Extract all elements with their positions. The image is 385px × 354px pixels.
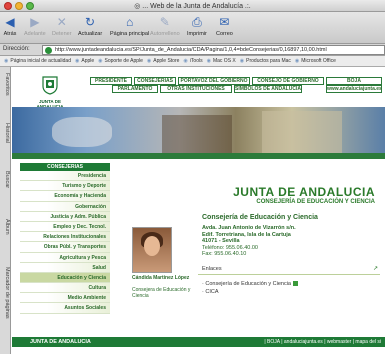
- side-tab[interactable]: Favoritos: [1, 73, 10, 96]
- top-nav-item[interactable]: PORTAVOZ DEL GOBIERNO: [178, 77, 250, 85]
- contact-address: Avda. Juan Antonio de Vizarrón s/n. Edif…: [202, 225, 296, 258]
- toolbar-button-label: Detener: [52, 31, 72, 37]
- bookmark-item[interactable]: Apple Store: [147, 56, 179, 66]
- menu-item[interactable]: Cultura: [20, 283, 110, 294]
- reload-button[interactable]: ↻ Actualizar: [78, 15, 102, 37]
- menu-item[interactable]: Asuntos Sociales: [20, 303, 110, 314]
- arrow-right-icon[interactable]: ↗: [373, 265, 378, 272]
- back-arrow-button[interactable]: ◀ Atrás: [3, 15, 17, 37]
- autofill-icon: ✎: [159, 15, 170, 29]
- fax: Fax: 955.06.40.10: [202, 251, 247, 257]
- stop-button[interactable]: ✕ Detener: [52, 15, 72, 37]
- home-icon: ⌂: [125, 15, 134, 29]
- window-titlebar: ◎ ... Web de la Junta de Andalucía .:.: [0, 0, 385, 12]
- side-tab[interactable]: Buscar: [1, 171, 10, 188]
- home-button[interactable]: ⌂ Página principal: [110, 15, 149, 37]
- toolbar-button-label: Autorrelleno: [150, 31, 180, 37]
- link-consejeria[interactable]: · Consejería de Educación y Ciencia: [202, 281, 298, 287]
- external-link-icon: [292, 281, 298, 287]
- side-tab[interactable]: Marcador de páginas: [1, 267, 10, 319]
- page-footer: JUNTA DE ANDALUCIA | BOJA | andaluciajun…: [12, 337, 385, 347]
- toolbar-button-label: Página principal: [110, 31, 150, 37]
- web-page: JUNTA DE ANDALUCIA PRESIDENTECONSEJERIAS…: [12, 67, 385, 354]
- link-consejeria-label: Consejería de Educación y Ciencia: [205, 281, 291, 287]
- print-icon: ⎙: [192, 15, 202, 29]
- forward-arrow-button[interactable]: ▶ Adelante: [24, 15, 46, 37]
- menu-item[interactable]: Presidencia: [20, 171, 110, 182]
- link-cica[interactable]: · CICA: [202, 289, 219, 295]
- top-nav-item[interactable]: SÍMBOLOS DE ANDALUCÍA: [234, 85, 302, 93]
- bookmark-item[interactable]: Productos para Mac: [240, 56, 291, 66]
- bookmark-item[interactable]: iTools: [183, 56, 203, 66]
- menu-item[interactable]: Turismo y Deporte: [20, 181, 110, 192]
- menu-item[interactable]: Obras Públ. y Transportes: [20, 242, 110, 253]
- menu-heading: CONSEJERIAS: [20, 163, 110, 171]
- toolbar-button-label: Imprimir: [187, 31, 207, 37]
- print-button[interactable]: ⎙ Imprimir: [187, 15, 207, 37]
- menu-item[interactable]: Medio Ambiente: [20, 293, 110, 304]
- consejera-role: Consejera de Educación y Ciencia: [132, 287, 191, 299]
- browser-toolbar: ◀ Atrás ▶ Adelante ✕ Detener ↻ Actualizar ⌂ Págin…: [0, 12, 385, 44]
- address-bar: Dirección: http://www.juntadeandalucia.e…: [0, 44, 385, 56]
- mail-icon: ✉: [219, 15, 230, 29]
- consejeria-title: Consejería de Educación y Ciencia: [202, 214, 318, 221]
- footer-brand: JUNTA DE ANDALUCIA: [30, 339, 91, 345]
- toolbar-button-label: Adelante: [24, 31, 46, 37]
- site-favicon-icon: [45, 47, 52, 54]
- enlaces-label: Enlaces: [202, 266, 222, 272]
- top-nav-item[interactable]: CONSEJERIAS: [134, 77, 176, 85]
- toolbar-button-label: Actualizar: [78, 31, 103, 37]
- consejera-photo: [132, 227, 172, 273]
- forward-arrow-icon: ▶: [30, 15, 40, 29]
- window-title: ◎ ... Web de la Junta de Andalucía .:.: [134, 3, 251, 10]
- menu-item[interactable]: Relaciones Institucionales: [20, 232, 110, 243]
- url-text: http://www.juntadeandalucia.es/SP/Junta_…: [55, 47, 327, 53]
- top-nav-item[interactable]: PARLAMENTO: [112, 85, 158, 93]
- menu-item[interactable]: Economía y Hacienda: [20, 191, 110, 202]
- address-line-1: Avda. Juan Antonio de Vizarrón s/n.: [202, 225, 296, 231]
- junta-heading: JUNTA DE ANDALUCIA: [233, 185, 375, 199]
- consejerias-menu: CONSEJERIAS Presidencia Turismo y Deporte…: [20, 163, 110, 314]
- address-label: Dirección:: [3, 46, 30, 52]
- menu-item[interactable]: Justicia y Adm. Pública: [20, 211, 110, 222]
- bookmark-item[interactable]: Apple: [75, 56, 94, 66]
- menu-item[interactable]: Empleo y Dec. Tecnol.: [20, 221, 110, 233]
- stop-icon: ✕: [56, 15, 67, 29]
- consejeria-subheading: CONSEJERÍA DE EDUCACIÓN Y CIENCIA: [256, 199, 375, 205]
- enlaces-section: Enlaces ↗: [198, 265, 380, 275]
- reload-icon: ↻: [85, 15, 96, 29]
- toolbar-button-label: Atrás: [3, 31, 17, 37]
- autofill-button[interactable]: ✎ Autorrelleno: [150, 15, 180, 37]
- link-cica-label: CICA: [205, 289, 219, 295]
- bookmark-item[interactable]: Microsoft Office: [295, 56, 336, 66]
- andalucia-shield-icon: [42, 76, 58, 95]
- bookmarks-bar: Página inicial de actualidad Apple Soporte…: [0, 56, 385, 67]
- consejera-name: Cándida Martínez López: [132, 275, 190, 281]
- top-nav-item[interactable]: www.andaluciajunta.es: [326, 85, 382, 93]
- back-arrow-icon: ◀: [5, 15, 15, 29]
- menu-item[interactable]: Salud: [20, 262, 110, 273]
- top-nav-item[interactable]: PRESIDENTE: [90, 77, 132, 85]
- footer-links[interactable]: | BOJA | andaluciajunta.es | webmaster |…: [264, 339, 381, 345]
- bookmark-item[interactable]: Mac OS X: [207, 56, 236, 66]
- bookmark-item[interactable]: Soporte de Apple: [98, 56, 143, 66]
- header-banner-image: [12, 107, 385, 159]
- side-tab[interactable]: Historial: [1, 123, 10, 143]
- menu-item[interactable]: Educación y Ciencia: [20, 272, 110, 284]
- bookmark-item[interactable]: Página inicial de actualidad: [4, 56, 71, 66]
- side-tab[interactable]: Álbum: [1, 219, 10, 235]
- url-input[interactable]: http://www.juntadeandalucia.es/SP/Junta_…: [42, 45, 385, 55]
- top-nav-item[interactable]: BOJA: [326, 77, 382, 85]
- menu-item[interactable]: Agricultura y Pesca: [20, 252, 110, 263]
- top-nav-item[interactable]: CONSEJO DE GOBIERNO: [252, 77, 324, 85]
- side-tabs: Favoritos Historial Buscar Álbum Marcador de…: [0, 67, 11, 354]
- menu-item[interactable]: Gobernación: [20, 201, 110, 212]
- toolbar-button-label: Correo: [216, 31, 233, 37]
- top-nav-item[interactable]: OTRAS INSTITUCIONES: [160, 85, 232, 93]
- mail-button[interactable]: ✉ Correo: [216, 15, 233, 37]
